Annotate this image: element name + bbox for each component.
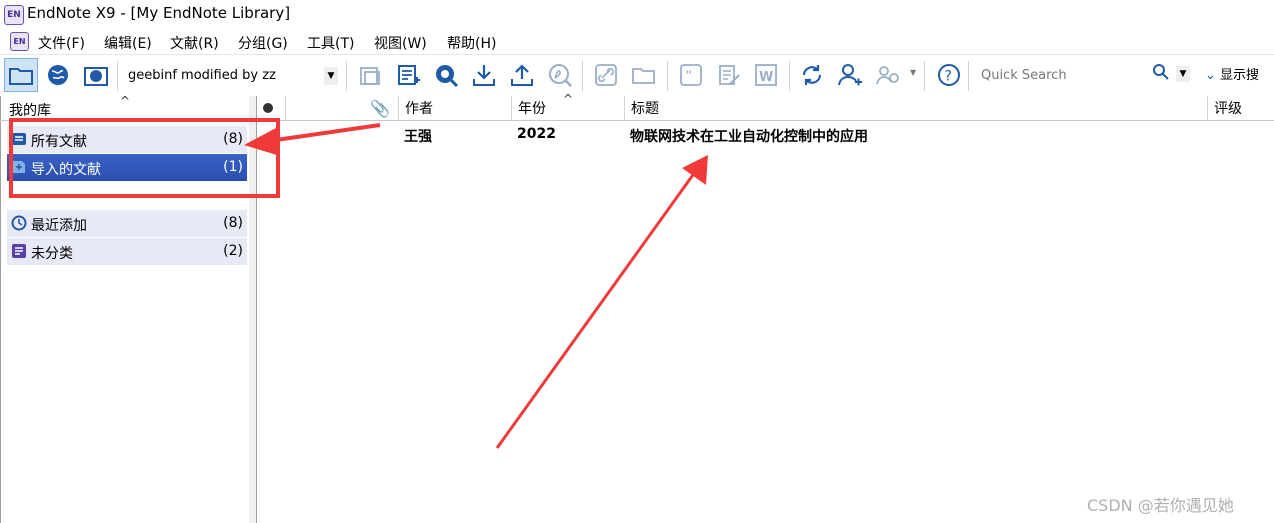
group-unfiled[interactable]: 未分类 (2)	[7, 238, 247, 265]
toolbar-separator	[582, 61, 583, 91]
output-style-select[interactable]: geebinf modified by zz ▼	[122, 64, 340, 88]
show-search-panel-button[interactable]: ⌄ 显示搜	[1205, 64, 1259, 83]
import-button[interactable]	[470, 60, 498, 90]
help-icon: ?	[938, 64, 960, 86]
my-library-label: 我的库	[9, 103, 51, 119]
author-column-header[interactable]: 作者	[398, 96, 511, 120]
find-full-text-button[interactable]	[546, 60, 574, 90]
copy-to-local-button[interactable]	[356, 60, 384, 90]
menu-help[interactable]: 帮助(H)	[447, 33, 496, 53]
download-icon	[473, 65, 495, 86]
share-library-button[interactable]	[836, 60, 864, 90]
attachment-column[interactable]: 📎	[285, 96, 398, 120]
local-library-mode-button[interactable]	[4, 58, 38, 92]
pdf-search-icon	[549, 64, 572, 87]
title-column-label: 标题	[631, 101, 659, 117]
copy-library-icon	[360, 67, 380, 85]
annotation-highlight-box	[9, 118, 280, 198]
activity-feed-button[interactable]	[874, 60, 902, 90]
quick-search-placeholder: Quick Search	[981, 68, 1067, 83]
watermark-text: CSDN @若你遇见她	[1087, 496, 1234, 515]
word-icon: W	[755, 64, 777, 86]
read-dot-icon	[263, 103, 273, 113]
link-icon	[595, 64, 617, 86]
menu-view[interactable]: 视图(W)	[374, 33, 427, 53]
endnote-menu-icon[interactable]: EN	[10, 32, 29, 51]
toolbar-separator	[117, 61, 118, 91]
year-column-label: 年份	[518, 101, 546, 117]
clock-icon	[11, 215, 27, 231]
online-search-button[interactable]	[432, 60, 460, 90]
upload-icon	[511, 64, 533, 86]
menu-groups[interactable]: 分组(G)	[238, 33, 288, 53]
new-reference-button[interactable]	[394, 60, 422, 90]
format-bibliography-button[interactable]	[715, 60, 743, 90]
add-user-icon	[838, 64, 862, 86]
paperclip-icon: 📎	[370, 99, 390, 118]
rating-column-label: 评级	[1214, 101, 1242, 117]
group-recently-added[interactable]: 最近添加 (8)	[7, 210, 247, 237]
toolbar-separator	[346, 61, 347, 91]
integrated-library-mode-button[interactable]	[82, 60, 110, 90]
sort-caret-icon: ^	[563, 92, 574, 106]
toolbar-separator	[667, 61, 668, 91]
svg-text:W: W	[759, 70, 773, 85]
endnote-logo-icon: EN	[4, 5, 24, 25]
collapse-caret-icon[interactable]: ^	[120, 94, 130, 108]
open-link-button[interactable]	[592, 60, 620, 90]
unfiled-icon	[12, 244, 26, 258]
menu-edit[interactable]: 编辑(E)	[104, 33, 152, 53]
group-count: (2)	[223, 243, 243, 259]
svg-text:?: ?	[945, 69, 952, 85]
new-reference-icon	[398, 65, 420, 85]
globe-folder-icon	[84, 67, 108, 86]
menu-references[interactable]: 文献(R)	[170, 33, 219, 53]
open-folder-icon	[632, 68, 655, 84]
read-status-column[interactable]	[257, 96, 285, 120]
title-bar: EN EndNote X9 - [My EndNote Library]	[0, 0, 1274, 28]
window-title: EndNote X9 - [My EndNote Library]	[27, 4, 291, 22]
sync-icon	[802, 65, 822, 85]
svg-text:”: ”	[685, 69, 692, 85]
rating-column-header[interactable]: 评级	[1207, 96, 1274, 120]
row-year: 2022	[517, 126, 556, 142]
annotation-arrow-up	[495, 155, 708, 449]
folder-icon	[9, 68, 33, 85]
row-title: 物联网技术在工业自动化控制中的应用	[630, 129, 868, 145]
toolbar-separator	[968, 61, 969, 91]
insert-citation-button[interactable]: ”	[677, 60, 705, 90]
row-author: 王强	[404, 129, 432, 145]
search-options-dropdown-icon[interactable]: ▼	[1176, 66, 1190, 82]
toolbar-separator	[789, 61, 790, 91]
toolbar: geebinf modified by zz ▼ ” W ▼ ? Quick S…	[0, 54, 1274, 97]
group-count: (8)	[223, 215, 243, 231]
online-search-mode-button[interactable]	[44, 60, 72, 90]
dropdown-arrow-icon[interactable]: ▼	[324, 67, 338, 85]
sync-button[interactable]	[798, 60, 826, 90]
group-label: 最近添加	[31, 218, 87, 234]
menu-tools[interactable]: 工具(T)	[307, 33, 354, 53]
chevron-double-down-icon: ⌄	[1205, 68, 1216, 83]
toolbar-separator	[924, 61, 925, 91]
menu-bar: EN 文件(F) 编辑(E) 文献(R) 分组(G) 工具(T) 视图(W) 帮…	[0, 28, 1274, 54]
open-file-button[interactable]	[630, 60, 658, 90]
quote-icon: ”	[680, 64, 702, 86]
output-style-value: geebinf modified by zz	[128, 68, 276, 83]
search-icon[interactable]	[1152, 63, 1170, 81]
author-column-label: 作者	[405, 101, 433, 117]
globe-icon	[48, 65, 68, 85]
reference-list-header: 📎 作者 年份 标题 评级	[257, 96, 1274, 121]
activity-dropdown-icon[interactable]: ▼	[910, 68, 916, 77]
title-column-header[interactable]: 标题	[624, 96, 1207, 120]
show-search-label: 显示搜	[1220, 68, 1260, 83]
return-to-word-button[interactable]: W	[752, 60, 780, 90]
globe-search-icon	[436, 65, 459, 88]
help-button[interactable]: ?	[935, 60, 963, 90]
user-notify-icon	[876, 66, 899, 85]
quick-search-input[interactable]: Quick Search	[973, 64, 1173, 88]
export-button[interactable]	[508, 60, 536, 90]
group-label: 未分类	[31, 246, 73, 262]
menu-file[interactable]: 文件(F)	[38, 33, 85, 53]
edit-document-icon	[719, 65, 740, 85]
